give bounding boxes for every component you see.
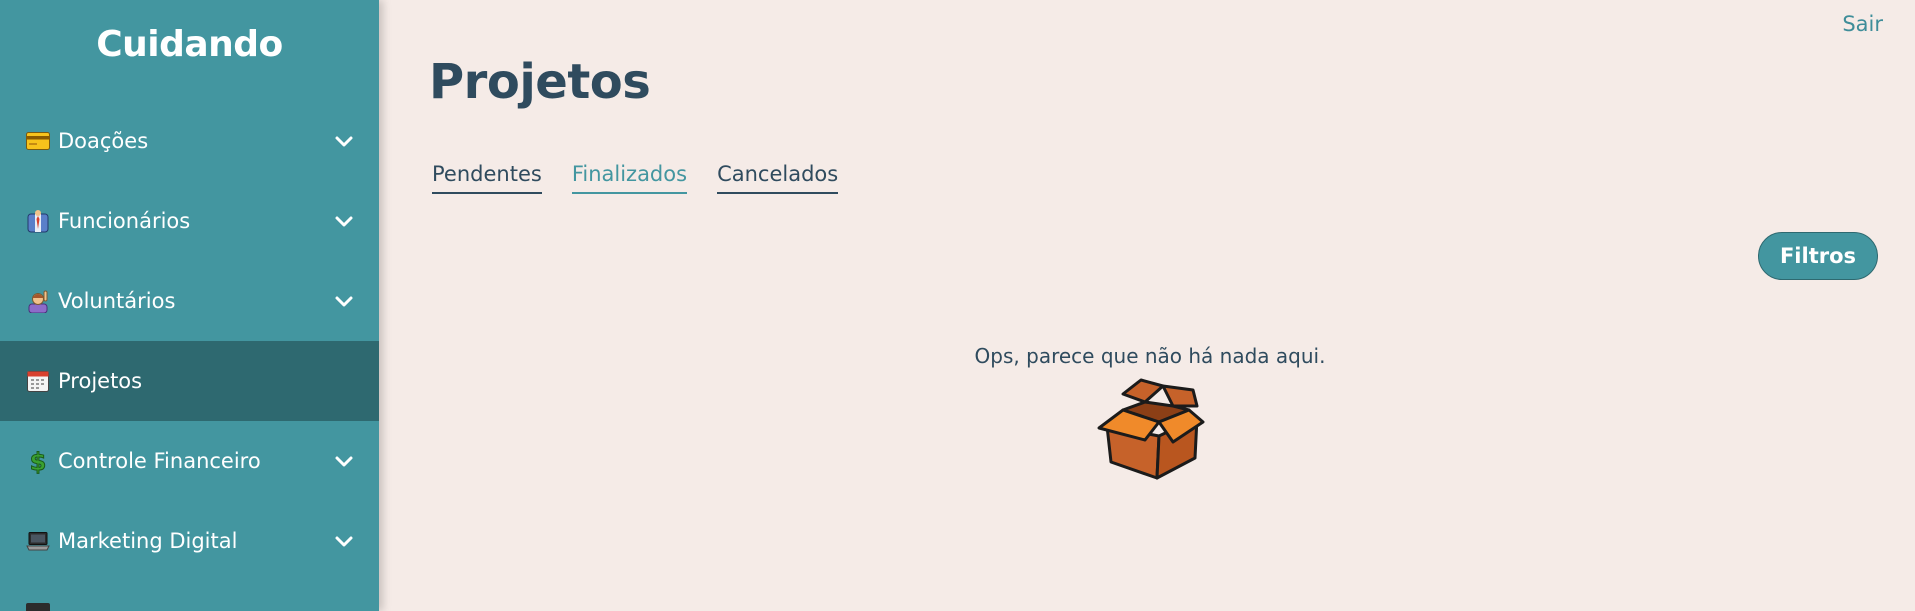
logout-link[interactable]: Sair [1842, 12, 1883, 36]
open-box-icon [1097, 378, 1205, 480]
dollar-icon: $ [26, 448, 50, 474]
page-title: Projetos [429, 54, 651, 110]
worker-icon [26, 209, 50, 233]
sidebar-item-label: Controle Financeiro [58, 449, 261, 473]
sidebar-item-label: Voluntários [58, 289, 176, 313]
status-tabs: Pendentes Finalizados Cancelados [432, 162, 868, 194]
sidebar-item-marketing-digital[interactable]: Marketing Digital [0, 501, 379, 581]
svg-text:$: $ [30, 448, 47, 474]
chevron-down-icon[interactable] [333, 530, 355, 552]
calendar-icon [26, 369, 50, 393]
sidebar-next-item-icon [26, 603, 50, 611]
sidebar-item-label: Doações [58, 129, 149, 153]
app-root: Cuidando Doações Funcionários Voluntário… [0, 0, 1915, 611]
tab-pendentes[interactable]: Pendentes [432, 162, 542, 194]
sidebar-item-projetos[interactable]: Projetos [0, 341, 379, 421]
sidebar-item-controle-financeiro[interactable]: $ Controle Financeiro [0, 421, 379, 501]
raising-hand-icon [26, 289, 50, 313]
empty-state: Ops, parece que não há nada aqui. [900, 344, 1400, 482]
sidebar-item-voluntarios[interactable]: Voluntários [0, 261, 379, 341]
brand-logo-text[interactable]: Cuidando [0, 24, 379, 65]
empty-state-message: Ops, parece que não há nada aqui. [974, 344, 1326, 368]
filters-button[interactable]: Filtros [1758, 232, 1878, 280]
chevron-down-icon[interactable] [333, 450, 355, 472]
sidebar-item-label: Marketing Digital [58, 529, 238, 553]
sidebar-item-label: Projetos [58, 369, 143, 393]
chevron-down-icon[interactable] [333, 130, 355, 152]
credit-card-icon [26, 129, 50, 153]
sidebar-item-funcionarios[interactable]: Funcionários [0, 181, 379, 261]
tab-finalizados[interactable]: Finalizados [571, 162, 688, 194]
tab-cancelados[interactable]: Cancelados [717, 162, 839, 194]
chevron-down-icon[interactable] [333, 210, 355, 232]
sidebar-item-label: Funcionários [58, 209, 191, 233]
sidebar: Cuidando Doações Funcionários Voluntário… [0, 0, 379, 611]
chevron-down-icon[interactable] [333, 290, 355, 312]
laptop-icon [26, 529, 50, 553]
sidebar-item-doacoes[interactable]: Doações [0, 101, 379, 181]
